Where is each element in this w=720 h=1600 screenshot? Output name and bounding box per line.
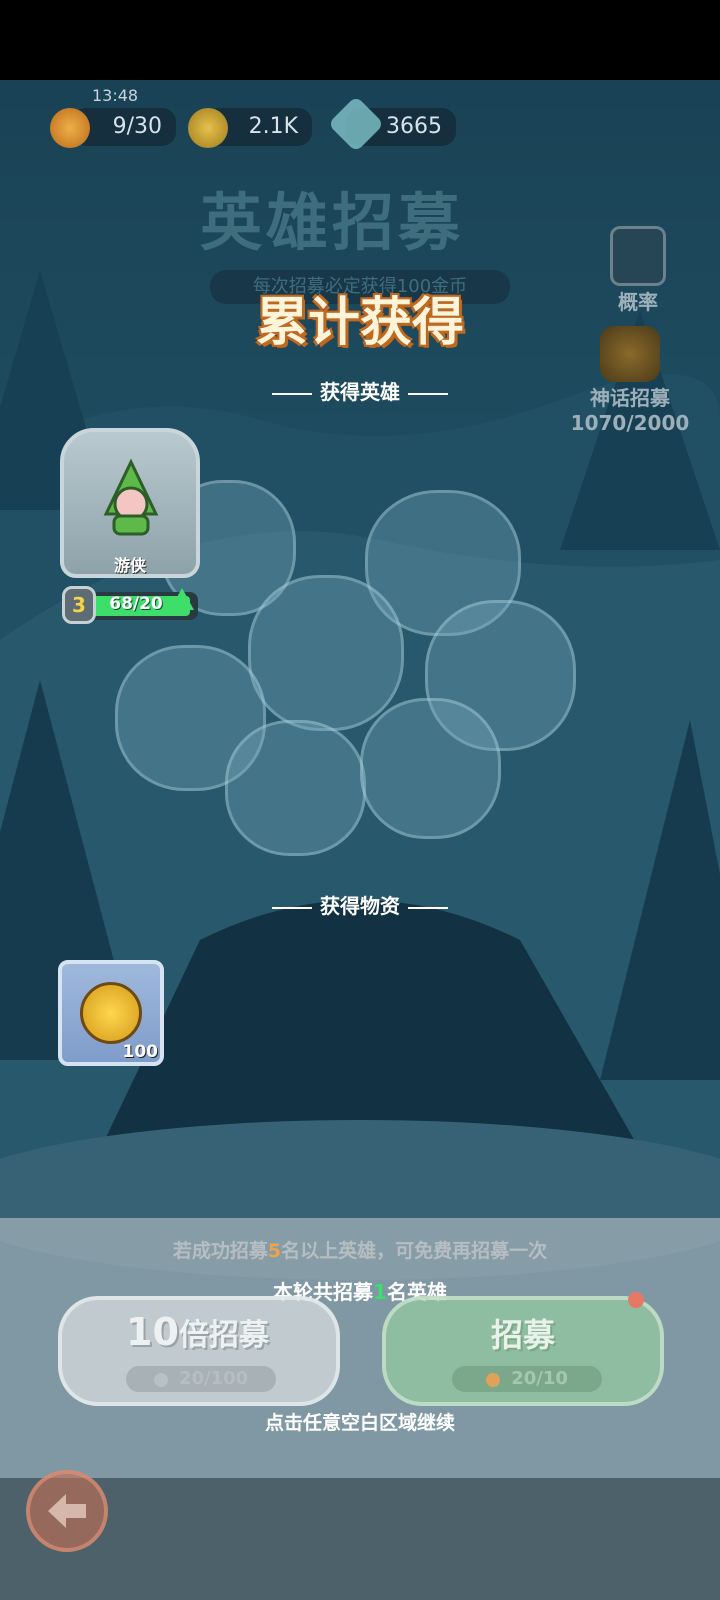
single-pull-cost-pill: 20/10 — [452, 1366, 602, 1392]
key-icon — [486, 1372, 501, 1387]
items-section-label: 获得物资 — [320, 894, 400, 918]
item-card[interactable]: 100 — [58, 960, 164, 1066]
bottom-bar — [0, 1478, 720, 1600]
frozen-hero-crystal — [248, 575, 404, 731]
hero-level: 3 — [72, 593, 86, 617]
ten-pull-cost: 20/100 — [178, 1368, 249, 1389]
frozen-hero-crystal — [225, 720, 366, 856]
back-arrow-icon — [48, 1494, 86, 1528]
key-icon — [153, 1372, 168, 1387]
ten-pull-label: 10倍招募 — [126, 1310, 269, 1354]
document-icon — [610, 226, 666, 286]
bonus-hint: 若成功招募5名以上英雄，可免费再招募一次 — [172, 1240, 548, 1262]
overlay-title: 累计获得 — [255, 293, 464, 353]
single-pull-button[interactable]: 招募 20/10 — [382, 1292, 664, 1406]
heroes-section-header: 获得英雄 — [0, 376, 720, 405]
energy-value: 9/30 — [112, 114, 162, 139]
continue-hint[interactable]: 点击任意空白区域继续 — [0, 1408, 720, 1435]
single-pull-cost: 20/10 — [511, 1368, 568, 1389]
frozen-hero-crystal — [360, 698, 501, 839]
upgrade-arrow-icon — [170, 588, 194, 610]
notification-dot — [628, 1292, 644, 1308]
ten-pull-cost-pill: 20/100 — [126, 1366, 276, 1392]
gem-value: 3665 — [386, 114, 442, 139]
gold-coin-icon — [188, 108, 228, 148]
back-button[interactable] — [26, 1470, 108, 1552]
status-bar — [0, 0, 720, 80]
items-section-header: 获得物资 — [0, 890, 720, 919]
gold-coin-icon — [80, 982, 142, 1044]
item-count: 100 — [122, 1042, 159, 1062]
ranger-portrait-icon — [103, 458, 159, 536]
hero-card[interactable]: 游侠 3 68/20 — [60, 428, 200, 628]
gold-value: 2.1K — [248, 114, 298, 139]
hero-name: 游侠 — [113, 556, 146, 575]
flame-energy-icon — [50, 108, 90, 148]
mythic-progress: 1070/2000 — [570, 411, 690, 435]
clock-time: 13:48 — [92, 86, 139, 105]
hero-level-badge: 3 — [62, 586, 96, 624]
page-title: 英雄招募 — [200, 186, 465, 259]
single-pull-label: 招募 — [490, 1316, 555, 1354]
heroes-section-label: 获得英雄 — [320, 380, 400, 404]
hero-shards: 68/20 — [109, 594, 163, 614]
ten-pull-button[interactable]: 10倍招募 20/100 — [58, 1296, 340, 1406]
